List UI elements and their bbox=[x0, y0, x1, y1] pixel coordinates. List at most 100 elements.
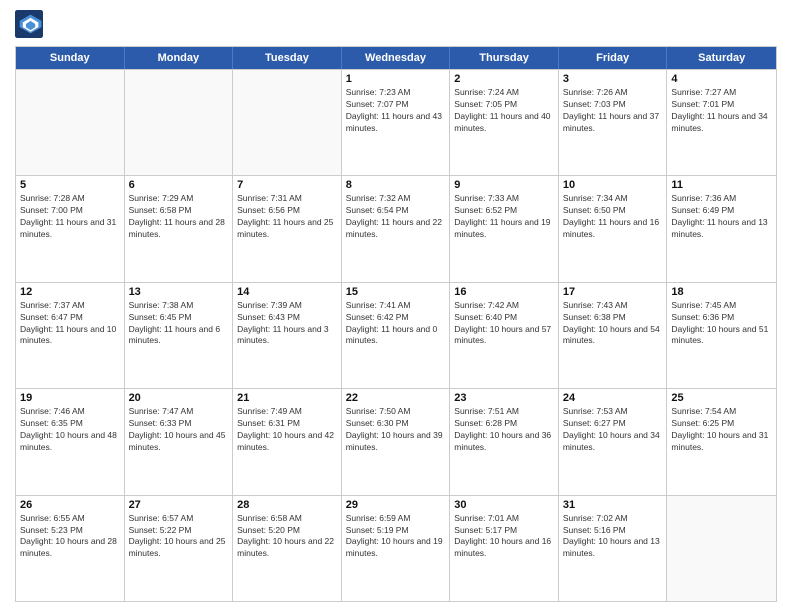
day-info: Sunrise: 7:43 AM Sunset: 6:38 PM Dayligh… bbox=[563, 300, 663, 348]
calendar: SundayMondayTuesdayWednesdayThursdayFrid… bbox=[15, 46, 777, 602]
day-cell-29: 29 Sunrise: 6:59 AM Sunset: 5:19 PM Dayli… bbox=[342, 496, 451, 601]
day-info: Sunrise: 7:37 AM Sunset: 6:47 PM Dayligh… bbox=[20, 300, 120, 348]
day-cell-30: 30 Sunrise: 7:01 AM Sunset: 5:17 PM Dayli… bbox=[450, 496, 559, 601]
day-cell-2: 2Sunrise: 7:24 AM Sunset: 7:05 PM Daylig… bbox=[450, 70, 559, 175]
header bbox=[15, 10, 777, 38]
day-number: 9 bbox=[454, 179, 554, 191]
calendar-week-5: 26Sunrise: 6:55 AM Sunset: 5:23 PM Dayli… bbox=[16, 495, 776, 601]
day-info: Sunrise: 7:27 AM Sunset: 7:01 PM Dayligh… bbox=[671, 87, 772, 135]
day-info: Sunrise: 7:33 AM Sunset: 6:52 PM Dayligh… bbox=[454, 193, 554, 241]
day-number: 15 bbox=[346, 286, 446, 298]
day-info: Sunrise: 7:36 AM Sunset: 6:49 PM Dayligh… bbox=[671, 193, 772, 241]
day-cell-15: 15 Sunrise: 7:41 AM Sunset: 6:42 PM Dayli… bbox=[342, 283, 451, 388]
day-info: Sunrise: 7:42 AM Sunset: 6:40 PM Dayligh… bbox=[454, 300, 554, 348]
day-number: 6 bbox=[129, 179, 229, 191]
day-number: 5 bbox=[20, 179, 120, 191]
empty-cell bbox=[16, 70, 125, 175]
empty-cell bbox=[125, 70, 234, 175]
day-cell-8: 8Sunrise: 7:32 AM Sunset: 6:54 PM Daylig… bbox=[342, 176, 451, 281]
day-cell-21: 21Sunrise: 7:49 AM Sunset: 6:31 PM Dayli… bbox=[233, 389, 342, 494]
logo-icon bbox=[15, 10, 43, 38]
day-cell-1: 1 Sunrise: 7:23 AM Sunset: 7:07 PM Daylig… bbox=[342, 70, 451, 175]
day-number: 24 bbox=[563, 392, 663, 404]
day-header-thursday: Thursday bbox=[450, 47, 559, 69]
calendar-week-4: 19 Sunrise: 7:46 AM Sunset: 6:35 PM Dayli… bbox=[16, 388, 776, 494]
day-number: 7 bbox=[237, 179, 337, 191]
day-cell-25: 25 Sunrise: 7:54 AM Sunset: 6:25 PM Dayli… bbox=[667, 389, 776, 494]
day-cell-22: 22 Sunrise: 7:50 AM Sunset: 6:30 PM Dayli… bbox=[342, 389, 451, 494]
calendar-week-2: 5Sunrise: 7:28 AM Sunset: 7:00 PM Daylig… bbox=[16, 175, 776, 281]
day-info: Sunrise: 7:41 AM Sunset: 6:42 PM Dayligh… bbox=[346, 300, 446, 348]
day-info: Sunrise: 7:51 AM Sunset: 6:28 PM Dayligh… bbox=[454, 406, 554, 454]
day-cell-20: 20 Sunrise: 7:47 AM Sunset: 6:33 PM Dayli… bbox=[125, 389, 234, 494]
empty-cell bbox=[233, 70, 342, 175]
day-cell-12: 12 Sunrise: 7:37 AM Sunset: 6:47 PM Dayli… bbox=[16, 283, 125, 388]
day-number: 4 bbox=[671, 73, 772, 85]
day-cell-9: 9 Sunrise: 7:33 AM Sunset: 6:52 PM Daylig… bbox=[450, 176, 559, 281]
day-info: Sunrise: 7:38 AM Sunset: 6:45 PM Dayligh… bbox=[129, 300, 229, 348]
day-cell-26: 26Sunrise: 6:55 AM Sunset: 5:23 PM Dayli… bbox=[16, 496, 125, 601]
day-info: Sunrise: 7:54 AM Sunset: 6:25 PM Dayligh… bbox=[671, 406, 772, 454]
logo bbox=[15, 10, 47, 38]
day-info: Sunrise: 7:47 AM Sunset: 6:33 PM Dayligh… bbox=[129, 406, 229, 454]
day-info: Sunrise: 6:58 AM Sunset: 5:20 PM Dayligh… bbox=[237, 513, 337, 561]
calendar-header: SundayMondayTuesdayWednesdayThursdayFrid… bbox=[16, 47, 776, 69]
day-info: Sunrise: 6:57 AM Sunset: 5:22 PM Dayligh… bbox=[129, 513, 229, 561]
day-cell-6: 6 Sunrise: 7:29 AM Sunset: 6:58 PM Daylig… bbox=[125, 176, 234, 281]
day-cell-23: 23Sunrise: 7:51 AM Sunset: 6:28 PM Dayli… bbox=[450, 389, 559, 494]
day-number: 3 bbox=[563, 73, 663, 85]
day-info: Sunrise: 7:50 AM Sunset: 6:30 PM Dayligh… bbox=[346, 406, 446, 454]
day-header-friday: Friday bbox=[559, 47, 668, 69]
day-cell-31: 31 Sunrise: 7:02 AM Sunset: 5:16 PM Dayli… bbox=[559, 496, 668, 601]
day-number: 30 bbox=[454, 499, 554, 511]
day-header-sunday: Sunday bbox=[16, 47, 125, 69]
day-number: 10 bbox=[563, 179, 663, 191]
day-number: 29 bbox=[346, 499, 446, 511]
day-cell-10: 10 Sunrise: 7:34 AM Sunset: 6:50 PM Dayli… bbox=[559, 176, 668, 281]
day-info: Sunrise: 7:45 AM Sunset: 6:36 PM Dayligh… bbox=[671, 300, 772, 348]
day-cell-19: 19 Sunrise: 7:46 AM Sunset: 6:35 PM Dayli… bbox=[16, 389, 125, 494]
day-number: 17 bbox=[563, 286, 663, 298]
day-info: Sunrise: 7:02 AM Sunset: 5:16 PM Dayligh… bbox=[563, 513, 663, 561]
day-cell-18: 18Sunrise: 7:45 AM Sunset: 6:36 PM Dayli… bbox=[667, 283, 776, 388]
day-number: 12 bbox=[20, 286, 120, 298]
day-cell-11: 11Sunrise: 7:36 AM Sunset: 6:49 PM Dayli… bbox=[667, 176, 776, 281]
day-info: Sunrise: 6:59 AM Sunset: 5:19 PM Dayligh… bbox=[346, 513, 446, 561]
day-number: 13 bbox=[129, 286, 229, 298]
day-info: Sunrise: 7:29 AM Sunset: 6:58 PM Dayligh… bbox=[129, 193, 229, 241]
day-info: Sunrise: 7:39 AM Sunset: 6:43 PM Dayligh… bbox=[237, 300, 337, 348]
day-cell-14: 14 Sunrise: 7:39 AM Sunset: 6:43 PM Dayli… bbox=[233, 283, 342, 388]
day-cell-4: 4 Sunrise: 7:27 AM Sunset: 7:01 PM Daylig… bbox=[667, 70, 776, 175]
day-info: Sunrise: 7:53 AM Sunset: 6:27 PM Dayligh… bbox=[563, 406, 663, 454]
day-number: 14 bbox=[237, 286, 337, 298]
day-number: 25 bbox=[671, 392, 772, 404]
day-info: Sunrise: 7:26 AM Sunset: 7:03 PM Dayligh… bbox=[563, 87, 663, 135]
day-number: 28 bbox=[237, 499, 337, 511]
day-number: 20 bbox=[129, 392, 229, 404]
day-info: Sunrise: 7:24 AM Sunset: 7:05 PM Dayligh… bbox=[454, 87, 554, 135]
page: SundayMondayTuesdayWednesdayThursdayFrid… bbox=[0, 0, 792, 612]
day-number: 21 bbox=[237, 392, 337, 404]
empty-cell bbox=[667, 496, 776, 601]
day-number: 19 bbox=[20, 392, 120, 404]
day-number: 26 bbox=[20, 499, 120, 511]
day-number: 31 bbox=[563, 499, 663, 511]
day-header-wednesday: Wednesday bbox=[342, 47, 451, 69]
day-cell-27: 27Sunrise: 6:57 AM Sunset: 5:22 PM Dayli… bbox=[125, 496, 234, 601]
day-info: Sunrise: 7:32 AM Sunset: 6:54 PM Dayligh… bbox=[346, 193, 446, 241]
day-number: 1 bbox=[346, 73, 446, 85]
day-info: Sunrise: 7:46 AM Sunset: 6:35 PM Dayligh… bbox=[20, 406, 120, 454]
day-info: Sunrise: 7:01 AM Sunset: 5:17 PM Dayligh… bbox=[454, 513, 554, 561]
calendar-body: 1 Sunrise: 7:23 AM Sunset: 7:07 PM Daylig… bbox=[16, 69, 776, 601]
day-header-tuesday: Tuesday bbox=[233, 47, 342, 69]
day-info: Sunrise: 7:23 AM Sunset: 7:07 PM Dayligh… bbox=[346, 87, 446, 135]
day-cell-28: 28 Sunrise: 6:58 AM Sunset: 5:20 PM Dayli… bbox=[233, 496, 342, 601]
day-number: 22 bbox=[346, 392, 446, 404]
day-cell-24: 24 Sunrise: 7:53 AM Sunset: 6:27 PM Dayli… bbox=[559, 389, 668, 494]
day-number: 16 bbox=[454, 286, 554, 298]
day-header-saturday: Saturday bbox=[667, 47, 776, 69]
day-cell-17: 17 Sunrise: 7:43 AM Sunset: 6:38 PM Dayli… bbox=[559, 283, 668, 388]
day-info: Sunrise: 7:34 AM Sunset: 6:50 PM Dayligh… bbox=[563, 193, 663, 241]
day-cell-13: 13 Sunrise: 7:38 AM Sunset: 6:45 PM Dayli… bbox=[125, 283, 234, 388]
day-cell-3: 3 Sunrise: 7:26 AM Sunset: 7:03 PM Daylig… bbox=[559, 70, 668, 175]
